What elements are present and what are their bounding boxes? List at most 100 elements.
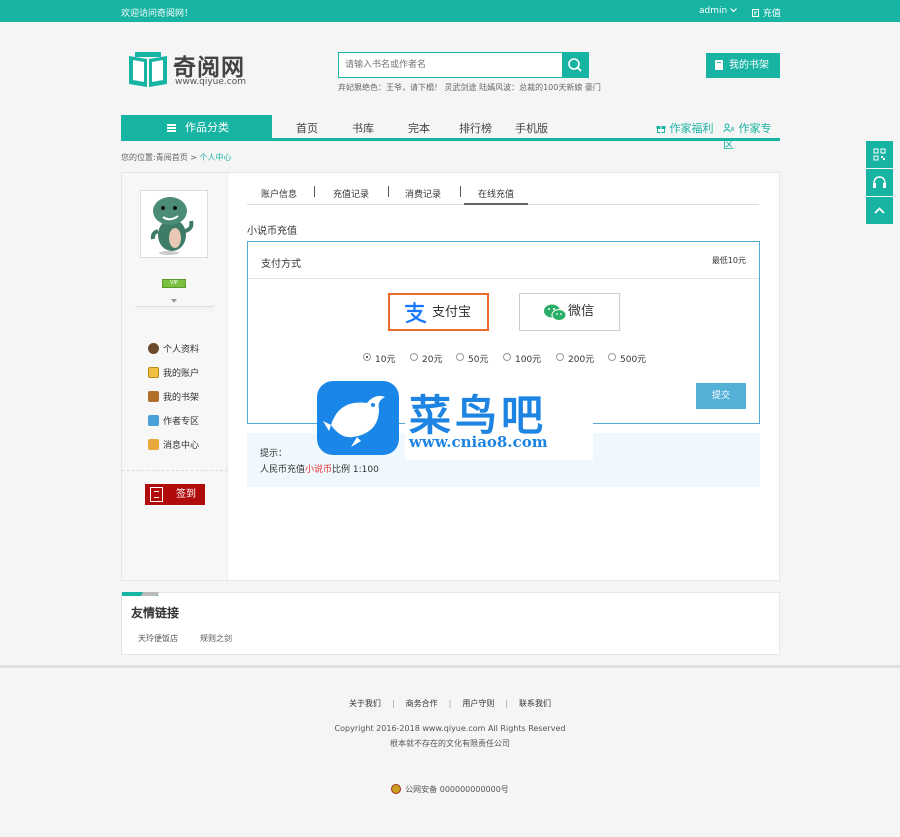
account-icon: [148, 367, 159, 378]
nav-ranking[interactable]: 排行榜: [459, 120, 492, 136]
breadcrumb: 您的位置:青阅首页 > 个人中心: [121, 152, 232, 163]
friend-link[interactable]: 天玲便饭店: [138, 633, 178, 644]
recharge-label: 充值: [762, 9, 781, 19]
dinosaur-avatar-icon: [150, 197, 194, 255]
footer-link-business[interactable]: 商务合作: [406, 699, 438, 708]
nav-mobile[interactable]: 手机版: [515, 120, 548, 136]
calendar-icon: [150, 487, 163, 502]
nav-library[interactable]: 书库: [352, 120, 374, 136]
nav-author-welfare[interactable]: 作家福利: [656, 120, 714, 136]
watermark-text: 菜鸟吧 www.cniao8.com: [405, 381, 593, 460]
tips-highlight: 小说币: [305, 465, 333, 475]
amount-label: 100元: [515, 355, 542, 365]
sidebar-item-label: 作者专区: [163, 417, 200, 427]
wechat-option[interactable]: 微信: [519, 293, 620, 331]
footer-link-about[interactable]: 关于我们: [349, 699, 381, 708]
sidebar-item-author-zone[interactable]: 作者专区: [148, 414, 199, 427]
breadcrumb-home[interactable]: 青阅首页: [156, 153, 188, 162]
recharge-link[interactable]: 充值: [752, 6, 781, 19]
user-icon: [148, 343, 159, 354]
breadcrumb-sep: >: [190, 153, 197, 162]
friend-links-title: 友情链接: [131, 606, 180, 620]
decoration: [140, 592, 160, 596]
footer-links: 关于我们 | 商务合作 | 用户守则 | 联系我们: [0, 698, 900, 709]
minimum-note: 最低10元: [711, 256, 746, 265]
alipay-option[interactable]: 支付宝: [388, 293, 489, 331]
tips-prefix: 人民币充值: [260, 465, 306, 475]
friend-link[interactable]: 规则之剑: [200, 633, 232, 644]
users-icon: [723, 123, 734, 133]
footer-separator: |: [448, 699, 452, 708]
tab-account-info[interactable]: 账户信息: [261, 187, 297, 200]
wechat-icon: [544, 304, 567, 321]
sign-in-button[interactable]: 签到: [145, 484, 205, 505]
hot-search-links[interactable]: 弃妃狠绝色：王爷，请下榻！ 灵武剑途 陆嫣风波：总裁的100天新娘 豪门: [338, 82, 601, 93]
avatar[interactable]: [140, 190, 208, 258]
radio-button: [608, 353, 616, 361]
payment-header: 支付方式 最低10元: [248, 242, 759, 279]
service-float-button[interactable]: [866, 169, 893, 196]
footer-link-rules[interactable]: 用户守则: [462, 699, 494, 708]
footer-separator: |: [505, 699, 509, 708]
caret-down-icon[interactable]: [171, 299, 177, 303]
category-label: 作品分类: [185, 121, 229, 134]
my-bookshelf-button[interactable]: 我的书架: [706, 53, 780, 78]
watermark: 菜鸟吧 www.cniao8.com: [317, 381, 595, 460]
sidebar-item-profile[interactable]: 个人资料: [148, 342, 199, 355]
bookshelf-label: 我的书架: [729, 60, 769, 71]
top-bar: 欢迎访问奇阅网！ admin 充值: [0, 0, 900, 22]
menu-icon: [167, 124, 176, 132]
search-input[interactable]: [339, 53, 563, 77]
username: admin: [699, 6, 728, 16]
user-menu[interactable]: admin: [699, 6, 738, 16]
amount-label: 20元: [422, 355, 443, 365]
amount-label: 200元: [568, 355, 595, 365]
sidebar-item-bookshelf[interactable]: 我的书架: [148, 390, 199, 403]
nav-home[interactable]: 首页: [296, 120, 318, 136]
tips-suffix: 比例 1:100: [332, 465, 379, 475]
gift-icon: [656, 126, 666, 133]
site-logo[interactable]: 奇阅网 www.qiyue.com: [127, 48, 257, 92]
radio-button: [410, 353, 418, 361]
tab-spending-history[interactable]: 消费记录: [405, 187, 441, 200]
radio-button: [363, 353, 371, 361]
watermark-url: www.cniao8.com: [409, 433, 548, 451]
nav-finished[interactable]: 完本: [408, 120, 430, 136]
police-badge-icon: [391, 784, 402, 794]
tab-recharge-history[interactable]: 充值记录: [333, 187, 369, 200]
wechat-label: 微信: [568, 304, 595, 319]
chevron-up-icon: [874, 207, 885, 214]
sidebar-item-account[interactable]: 我的账户: [148, 366, 199, 379]
main-panel: VIP 个人资料 我的账户 我的书架 作者专区 消息中心 签到 账户信息 充值记…: [121, 172, 780, 581]
tab-online-recharge[interactable]: 在线充值: [478, 187, 514, 200]
submit-button[interactable]: 提交: [696, 383, 746, 409]
sidebar-item-label: 我的书架: [163, 393, 200, 403]
author-welfare-label: 作家福利: [669, 122, 714, 135]
sidebar-item-label: 个人资料: [163, 345, 200, 355]
search-icon: [568, 58, 582, 72]
friend-links: 友情链接 天玲便饭店 规则之剑: [121, 592, 780, 655]
message-icon: [148, 439, 159, 450]
qrcode-float-button[interactable]: [866, 141, 893, 168]
copyright: Copyright 2016-2018 www.qiyue.com All Ri…: [334, 724, 566, 733]
category-menu-button[interactable]: 作品分类: [121, 115, 272, 141]
bookshelf-icon: [148, 391, 159, 402]
book-icon: [715, 60, 723, 70]
sidebar-item-messages[interactable]: 消息中心: [148, 438, 199, 451]
back-to-top-button[interactable]: [866, 197, 893, 224]
sidebar-item-label: 我的账户: [163, 369, 200, 379]
amount-label: 500元: [620, 355, 647, 365]
footer-link-contact[interactable]: 联系我们: [519, 699, 551, 708]
footer: 关于我们 | 商务合作 | 用户守则 | 联系我们 Copyright 2016-2018 …: [0, 665, 900, 837]
sidebar-item-label: 消息中心: [163, 441, 200, 451]
nav-author-zone[interactable]: 作家专区: [723, 120, 780, 152]
vip-badge: VIP: [162, 279, 186, 288]
divider: [122, 470, 228, 471]
alipay-icon: [404, 302, 427, 324]
beian-record[interactable]: 公网安备 000000000000号: [0, 784, 900, 795]
beian-text: 公网安备 000000000000号: [405, 785, 509, 794]
headset-icon: [873, 176, 886, 188]
search-button[interactable]: [562, 53, 588, 77]
company-name: 根本就不存在的文化有限责任公司: [390, 739, 510, 748]
bird-logo-icon: [317, 381, 399, 455]
